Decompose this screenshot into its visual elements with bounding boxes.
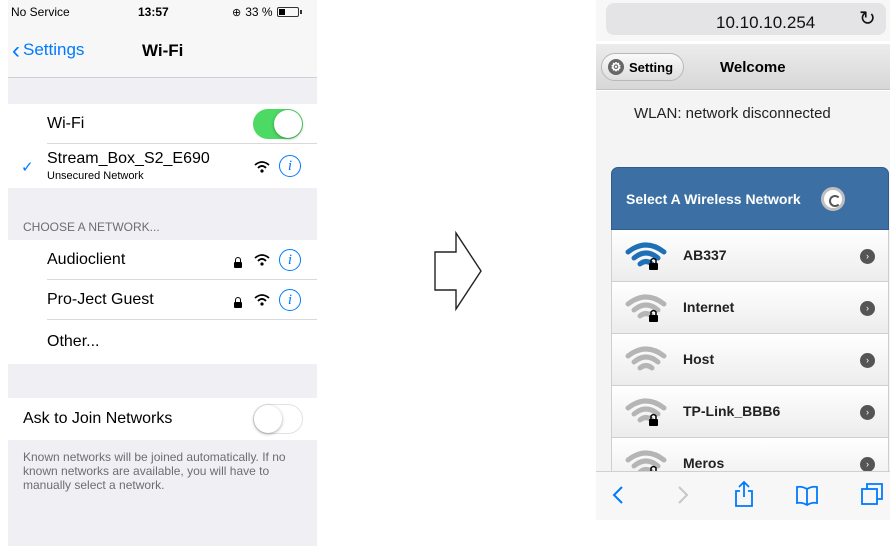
- network-list-item[interactable]: AB337 ›: [611, 230, 889, 282]
- battery-percent: 33 %: [245, 5, 273, 19]
- network-name: Audioclient: [47, 251, 126, 268]
- wifi-icon: [254, 161, 270, 173]
- checkmark-icon: ✓: [21, 159, 34, 176]
- network-name: Pro-Ject Guest: [47, 291, 154, 308]
- browser-screen: 10.10.10.254 ↻ ⚙ Setting Welcome WLAN: n…: [596, 0, 890, 520]
- wlan-status: WLAN: network disconnected: [634, 105, 831, 122]
- ask-to-join-label: Ask to Join Networks: [23, 410, 173, 427]
- ask-to-join-toggle[interactable]: [253, 404, 303, 434]
- forward-icon[interactable]: [676, 484, 690, 506]
- lock-icon: [649, 413, 658, 426]
- wifi-icon: [254, 254, 270, 266]
- back-button[interactable]: ‹ Settings: [12, 36, 85, 64]
- status-time: 13:57: [138, 5, 169, 19]
- web-header: ⚙ Setting Welcome: [596, 44, 890, 90]
- select-network-label: Select A Wireless Network: [626, 191, 801, 207]
- wifi-toggle-row: Wi-Fi: [8, 104, 317, 144]
- status-bar: No Service 13:57 ⊕ 33 %: [8, 0, 317, 22]
- info-icon[interactable]: i: [279, 289, 301, 311]
- header-title: Welcome: [720, 59, 786, 76]
- gear-icon: ⚙: [608, 59, 624, 75]
- info-icon[interactable]: i: [279, 249, 301, 271]
- url-text: 10.10.10.254: [716, 13, 816, 32]
- network-row[interactable]: Audioclient i: [8, 240, 317, 280]
- network-list-item[interactable]: Internet ›: [611, 282, 889, 334]
- wifi-label: Wi-Fi: [47, 115, 85, 132]
- chevron-right-icon: ›: [860, 353, 875, 368]
- wifi-signal-icon: [625, 346, 667, 371]
- network-name: Host: [683, 351, 715, 367]
- share-icon[interactable]: [734, 480, 754, 508]
- footnote: Known networks will be joined automatica…: [23, 450, 286, 492]
- address-field[interactable]: 10.10.10.254: [606, 3, 886, 35]
- lock-icon: [234, 257, 242, 268]
- network-row[interactable]: Pro-Ject Guest i: [8, 280, 317, 320]
- arrow-right-icon: [434, 230, 482, 312]
- chevron-left-icon: ‹: [12, 36, 20, 64]
- tabs-icon[interactable]: [860, 482, 884, 506]
- battery-indicator: ⊕ 33 %: [232, 5, 302, 19]
- network-list: AB337 › Internet › Host › TP-Link_BBB6 ›…: [611, 230, 889, 490]
- wifi-icon: [254, 294, 270, 306]
- lock-icon: [649, 309, 658, 322]
- page-title: Wi-Fi: [142, 41, 184, 60]
- chevron-right-icon: ›: [860, 301, 875, 316]
- lock-icon: [649, 257, 658, 270]
- wifi-signal-icon: [625, 294, 667, 322]
- section-header: CHOOSE A NETWORK...: [23, 220, 160, 234]
- ios-wifi-settings-screen: No Service 13:57 ⊕ 33 % ‹ Settings Wi-Fi…: [8, 0, 317, 546]
- alarm-icon: ⊕: [232, 6, 242, 19]
- setting-button-label: Setting: [629, 59, 674, 75]
- bookmarks-icon[interactable]: [795, 484, 819, 506]
- wifi-toggle[interactable]: [253, 109, 303, 139]
- chevron-right-icon: ›: [860, 457, 875, 472]
- setting-button[interactable]: ⚙ Setting: [601, 53, 685, 81]
- battery-icon: [276, 7, 302, 17]
- web-content: WLAN: network disconnected Select A Wire…: [596, 91, 890, 490]
- network-name: AB337: [683, 247, 727, 263]
- other-network-row[interactable]: Other...: [8, 320, 317, 364]
- navigation-bar: ‹ Settings Wi-Fi: [8, 22, 317, 78]
- network-name: Internet: [683, 299, 735, 315]
- chevron-right-icon: ›: [860, 405, 875, 420]
- chevron-right-icon: ›: [860, 249, 875, 264]
- ask-to-join-row: Ask to Join Networks: [8, 398, 317, 440]
- back-button-label: Settings: [23, 40, 85, 59]
- network-name: Meros: [683, 455, 725, 471]
- browser-toolbar: [596, 471, 890, 520]
- connected-network-row[interactable]: ✓ Stream_Box_S2_E690 Unsecured Network i: [8, 144, 317, 188]
- wifi-signal-icon: [625, 398, 667, 426]
- info-icon[interactable]: i: [279, 155, 301, 177]
- url-bar: 10.10.10.254 ↻: [596, 0, 890, 41]
- wifi-signal-icon: [625, 242, 667, 270]
- reload-icon[interactable]: ↻: [859, 6, 876, 31]
- connected-network-subtitle: Unsecured Network: [47, 170, 144, 182]
- network-list-item[interactable]: TP-Link_BBB6 ›: [611, 386, 889, 438]
- select-network-header[interactable]: Select A Wireless Network: [611, 167, 889, 230]
- back-icon[interactable]: [611, 484, 625, 506]
- other-label: Other...: [47, 333, 100, 350]
- network-name: TP-Link_BBB6: [683, 403, 781, 419]
- refresh-icon: [821, 187, 845, 211]
- network-list-item[interactable]: Host ›: [611, 334, 889, 386]
- carrier-label: No Service: [11, 5, 70, 19]
- lock-icon: [234, 297, 242, 308]
- connected-network-name: Stream_Box_S2_E690: [47, 150, 210, 167]
